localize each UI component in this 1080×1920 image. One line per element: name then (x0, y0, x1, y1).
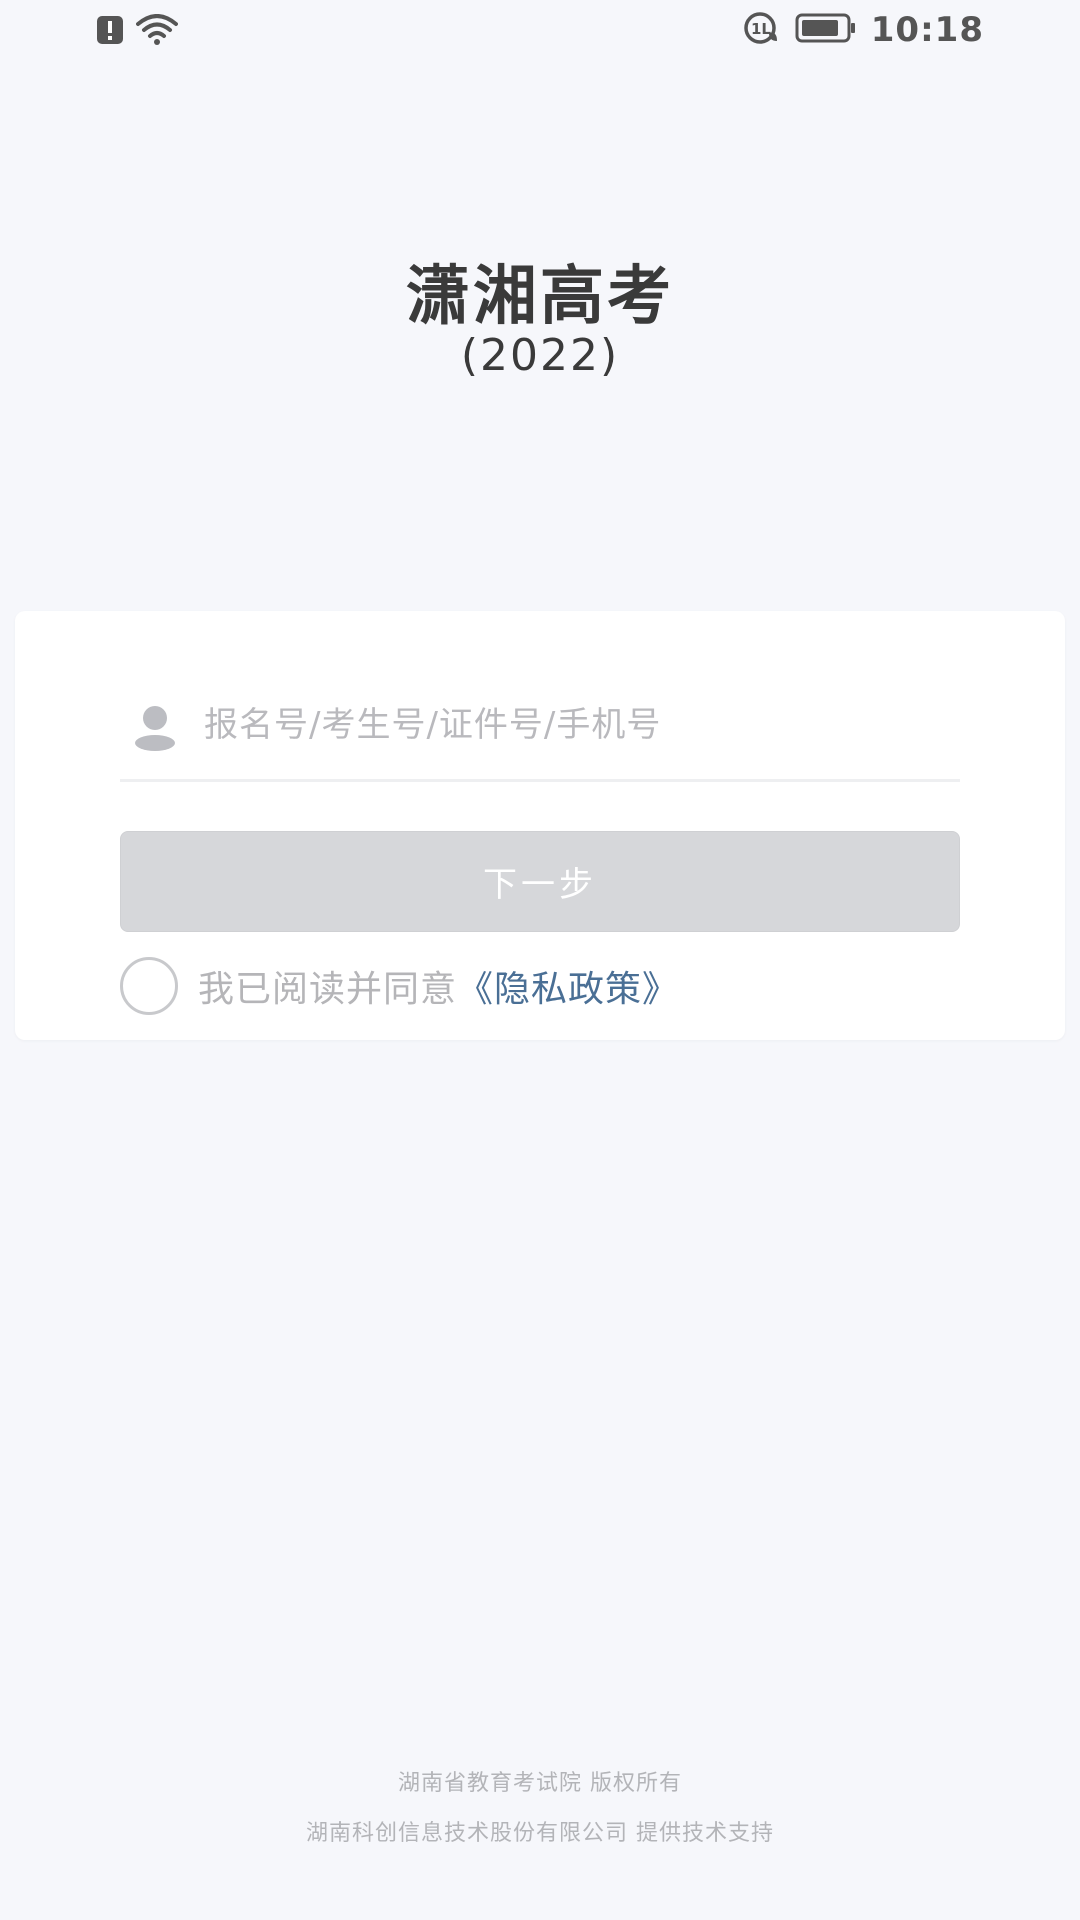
app-subtitle: (2022) (460, 330, 620, 381)
status-time: 10:18 (870, 10, 984, 50)
status-bar-right: 1L 10:18 (743, 10, 984, 50)
agree-text: 我已阅读并同意 (198, 969, 458, 1010)
privacy-agree-row: 我已阅读并同意 《隐私政策》 (120, 956, 679, 1016)
app-title: 潇湘高考 (406, 260, 674, 334)
id-input-row (120, 671, 960, 782)
wifi-icon (136, 14, 178, 50)
login-page: 1L 10:18 潇湘高考 (2022) 报名号/考生号/证件号/手机号 下一步… (0, 0, 1080, 1920)
user-icon (130, 702, 180, 752)
status-bar: 1L 10:18 (0, 0, 1080, 62)
agree-checkbox[interactable] (120, 957, 178, 1015)
next-step-button[interactable]: 下一步 (120, 831, 960, 932)
alert-icon (96, 15, 124, 49)
login-card: 下一步 我已阅读并同意 《隐私政策》 (15, 611, 1065, 1040)
footer-tech-support: 湖南科创信息技术股份有限公司 提供技术支持 (306, 1821, 774, 1846)
status-bar-left (96, 14, 178, 50)
hd-voice-icon: 1L (743, 11, 781, 49)
svg-text:1L: 1L (751, 20, 771, 38)
footer-copyright: 湖南省教育考试院 版权所有 (398, 1771, 682, 1796)
battery-icon (795, 13, 857, 47)
id-input[interactable] (204, 695, 924, 755)
privacy-policy-link[interactable]: 《隐私政策》 (457, 960, 679, 1012)
